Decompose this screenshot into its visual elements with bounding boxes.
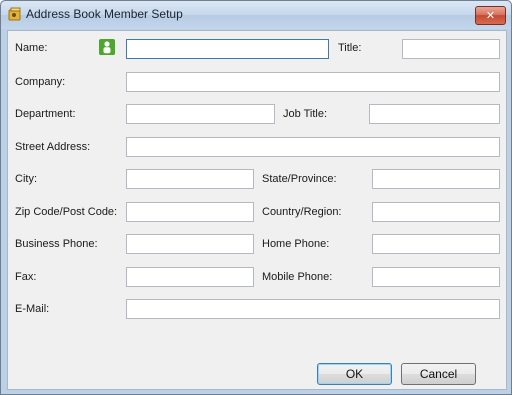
business-phone-field[interactable] — [126, 234, 254, 254]
name-field[interactable] — [126, 39, 329, 59]
cancel-button[interactable]: Cancel — [401, 363, 476, 385]
fax-label: Fax: — [15, 271, 37, 283]
state-province-label: State/Province: — [262, 173, 337, 185]
ok-button[interactable]: OK — [317, 363, 392, 385]
name-label: Name: — [15, 42, 48, 54]
city-label: City: — [15, 173, 37, 185]
business-phone-label: Business Phone: — [15, 238, 98, 250]
mobile-phone-field[interactable] — [372, 267, 500, 287]
job-title-field[interactable] — [369, 104, 500, 124]
close-icon: ✕ — [485, 9, 496, 22]
state-province-field[interactable] — [372, 169, 500, 189]
address-book-icon — [8, 7, 21, 21]
company-field[interactable] — [126, 72, 500, 92]
window-title: Address Book Member Setup — [26, 7, 183, 21]
zip-post-code-label: Zip Code/Post Code: — [15, 206, 118, 218]
street-address-label: Street Address: — [15, 141, 91, 153]
title-bar[interactable]: Address Book Member Setup ✕ — [1, 1, 511, 29]
fax-field[interactable] — [126, 267, 254, 287]
job-title-label: Job Title: — [283, 108, 328, 120]
close-button[interactable]: ✕ — [475, 6, 506, 25]
home-phone-field[interactable] — [372, 234, 500, 254]
dialog-window: Address Book Member Setup ✕ Name: Title:… — [0, 0, 512, 395]
title-label: Title: — [338, 42, 362, 54]
country-region-label: Country/Region: — [262, 206, 342, 218]
email-label: E-Mail: — [15, 303, 50, 315]
person-icon[interactable] — [99, 39, 115, 55]
city-field[interactable] — [126, 169, 254, 189]
street-address-field[interactable] — [126, 137, 500, 157]
company-label: Company: — [15, 76, 66, 88]
mobile-phone-label: Mobile Phone: — [262, 271, 333, 283]
title-field[interactable] — [402, 39, 500, 59]
email-field[interactable] — [126, 299, 500, 319]
department-field[interactable] — [126, 104, 275, 124]
country-region-field[interactable] — [372, 202, 500, 222]
home-phone-label: Home Phone: — [262, 238, 330, 250]
zip-post-code-field[interactable] — [126, 202, 254, 222]
department-label: Department: — [15, 108, 76, 120]
